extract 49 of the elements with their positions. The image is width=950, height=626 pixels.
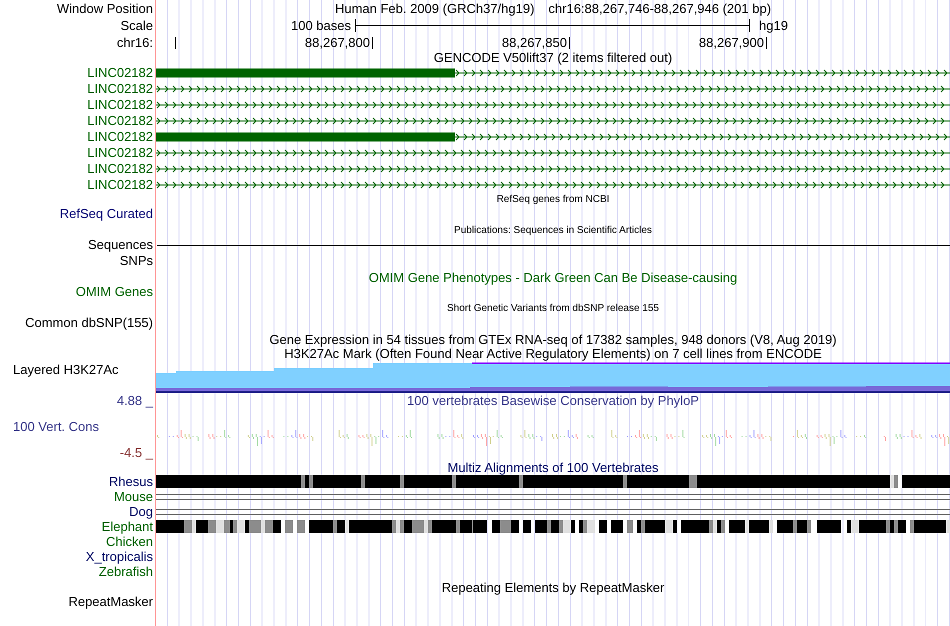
gene-label[interactable]: LINC02182 (87, 162, 153, 176)
species-label[interactable]: X_tropicalis (86, 550, 153, 564)
position-range: chr16:88,267,746-88,267,946 (201 bp) (548, 2, 772, 16)
gene-label[interactable]: LINC02182 (87, 82, 153, 96)
species-label[interactable]: Zebrafish (98, 564, 153, 578)
species-label[interactable]: Mouse (114, 490, 153, 504)
track-title: Repeating Elements by RepeatMasker (442, 581, 664, 595)
scale-label: Scale (120, 18, 153, 32)
species-label[interactable]: Chicken (106, 534, 153, 548)
track-title: RefSeq genes from NCBI (496, 193, 610, 207)
track-label[interactable]: Layered H3K27Ac (13, 363, 119, 377)
track-label[interactable]: 100 Vert. Cons (13, 420, 99, 434)
ruler-coordinate: 88,267,900 (698, 36, 764, 50)
track-title: Short Genetic Variants from dbSNP release 155 (447, 302, 659, 316)
assembly-label: hg19 (759, 18, 788, 32)
gene-label[interactable]: LINC02182 (87, 114, 153, 128)
gene-label[interactable]: LINC02182 (87, 146, 153, 160)
window-position-label: Window Position (56, 2, 153, 16)
track-title: Publications: Sequences in Scientific Articles (454, 224, 652, 238)
track-title: Gene Expression in 54 tissues from GTEx RNA-seq of 17382 samples, 948 donors (V8, Aug 2019) (269, 333, 837, 347)
track-title: GENCODE V50lift37 (2 items filtered out) (434, 51, 672, 65)
track-label[interactable]: Sequences (88, 238, 153, 252)
species-label[interactable]: Elephant (102, 520, 153, 534)
ruler-tick (175, 36, 176, 48)
axis-max-label: 4.88 _ (116, 394, 153, 408)
chromosome-label: chr16: (116, 36, 153, 50)
track-title: Multiz Alignments of 100 Vertebrates (447, 460, 658, 474)
gene-label[interactable]: LINC02182 (87, 66, 153, 80)
ruler-tick (569, 36, 570, 48)
ruler-tick (766, 36, 767, 48)
track-title: H3K27Ac Mark (Often Found Near Active Regulatory Elements) on 7 cell lines from ENCODE (284, 347, 822, 361)
assembly-name: Human Feb. 2009 (GRCh37/hg19) (334, 2, 534, 16)
track-label[interactable]: RepeatMasker (68, 595, 153, 609)
scale-length-label: 100 bases (291, 18, 351, 32)
gene-label[interactable]: LINC02182 (87, 178, 153, 192)
track-label[interactable]: Common dbSNP(155) (25, 316, 153, 330)
ruler-coordinate: 88,267,850 (502, 36, 567, 50)
gene-label[interactable]: LINC02182 (87, 98, 153, 112)
species-label[interactable]: Dog (129, 504, 153, 518)
axis-min-label: -4.5 _ (120, 446, 153, 460)
gene-label[interactable]: LINC02182 (87, 130, 153, 144)
track-title: 100 vertebrates Basewise Conservation by PhyloP (407, 394, 699, 408)
track-label[interactable]: RefSeq Curated (60, 207, 153, 221)
species-label[interactable]: Rhesus (108, 474, 153, 488)
track-title: OMIM Gene Phenotypes - Dark Green Can Be Disease-causing (368, 271, 738, 285)
track-label[interactable]: SNPs (120, 254, 153, 268)
ruler-tick (372, 36, 373, 48)
track-label[interactable]: OMIM Genes (76, 285, 153, 299)
ruler-coordinate: 88,267,800 (304, 36, 370, 50)
